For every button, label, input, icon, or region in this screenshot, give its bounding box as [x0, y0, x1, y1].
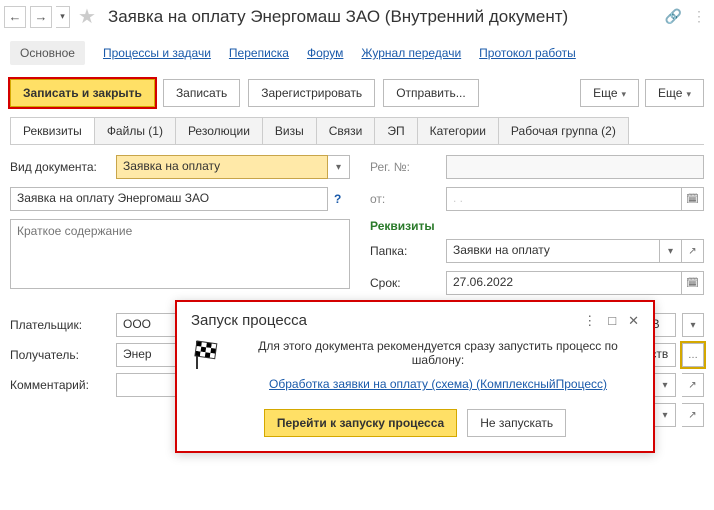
help-icon[interactable]: ? [334, 192, 350, 206]
dialog-close-icon[interactable]: ✕ [628, 313, 639, 329]
nav-forward-button[interactable]: → [30, 6, 52, 28]
tab-categories[interactable]: Категории [417, 117, 499, 144]
folder-dropdown-button[interactable]: ▾ [660, 239, 682, 263]
send-button[interactable]: Отправить... [383, 79, 479, 107]
comment-label: Комментарий: [10, 378, 110, 392]
from-label: от: [370, 192, 440, 206]
dialog-title: Запуск процесса [191, 312, 307, 329]
from-date-picker-button[interactable]: 🗓 [682, 187, 704, 211]
regno-label: Рег. №: [370, 160, 440, 174]
link-icon[interactable]: 🔗 [665, 8, 682, 25]
section-link-correspondence[interactable]: Переписка [229, 46, 289, 60]
tab-files[interactable]: Файлы (1) [94, 117, 176, 144]
form-area: Вид документа: Заявка на оплату ▾ Заявка… [0, 145, 714, 313]
more-button-1[interactable]: Еще▾ [580, 79, 639, 107]
section-nav: Основное Процессы и задачи Переписка Фор… [0, 37, 714, 75]
page-title: Заявка на оплату Энергомаш ЗАО (Внутренн… [108, 7, 568, 27]
nav-back-button[interactable]: ← [4, 6, 26, 28]
extra-dropdown-1[interactable]: ▾ [654, 373, 676, 397]
doc-name-input[interactable]: Заявка на оплату Энергомаш ЗАО [10, 187, 328, 211]
receiver-ellipsis-button[interactable]: … [682, 343, 704, 367]
checkered-flag-icon [191, 339, 223, 371]
from-date-input[interactable]: . . [446, 187, 682, 211]
section-link-forum[interactable]: Форум [307, 46, 343, 60]
save-button[interactable]: Записать [163, 79, 240, 107]
tab-links[interactable]: Связи [316, 117, 376, 144]
favorite-star-icon[interactable]: ★ [78, 4, 96, 29]
extra-dropdown-2[interactable]: ▾ [654, 403, 676, 427]
folder-open-button[interactable]: ↗ [682, 239, 704, 263]
payer-label: Плательщик: [10, 318, 110, 332]
kebab-menu-icon[interactable]: ⋮ [692, 8, 706, 25]
more-button-2[interactable]: Еще▾ [645, 79, 704, 107]
dialog-go-button[interactable]: Перейти к запуску процесса [264, 409, 457, 437]
description-textarea[interactable] [10, 219, 350, 289]
doc-type-label: Вид документа: [10, 160, 110, 174]
regno-input[interactable] [446, 155, 704, 179]
currency-dropdown-button[interactable]: ▾ [682, 313, 704, 337]
toolbar: Записать и закрыть Записать Зарегистриро… [0, 75, 714, 117]
deadline-picker-button[interactable]: 🗓 [682, 271, 704, 295]
tab-visas[interactable]: Визы [262, 117, 317, 144]
section-link-protocol[interactable]: Протокол работы [479, 46, 576, 60]
dialog-template-link[interactable]: Обработка заявки на оплату (схема) (Комп… [269, 377, 607, 391]
section-link-processes[interactable]: Процессы и задачи [103, 46, 211, 60]
doc-type-input[interactable]: Заявка на оплату [116, 155, 328, 179]
doc-type-dropdown-button[interactable]: ▾ [328, 155, 350, 179]
process-launch-dialog: Запуск процесса ⋮ □ ✕ Для этого документ… [175, 300, 655, 453]
register-button[interactable]: Зарегистрировать [248, 79, 375, 107]
tab-ep[interactable]: ЭП [374, 117, 417, 144]
detail-tabs: Реквизиты Файлы (1) Резолюции Визы Связи… [10, 117, 704, 145]
save-close-button[interactable]: Записать и закрыть [10, 79, 155, 107]
section-main[interactable]: Основное [10, 41, 85, 65]
extra-open-1[interactable]: ↗ [682, 373, 704, 397]
tab-requisites[interactable]: Реквизиты [10, 117, 95, 144]
deadline-label: Срок: [370, 276, 440, 290]
dialog-maximize-icon[interactable]: □ [608, 313, 616, 329]
dialog-menu-icon[interactable]: ⋮ [583, 313, 596, 329]
dialog-message: Для этого документа рекомендуется сразу … [237, 339, 639, 367]
dialog-skip-button[interactable]: Не запускать [467, 409, 566, 437]
section-link-transfer[interactable]: Журнал передачи [361, 46, 461, 60]
extra-open-2[interactable]: ↗ [682, 403, 704, 427]
titlebar: ← → ▾ ★ Заявка на оплату Энергомаш ЗАО (… [0, 0, 714, 37]
folder-label: Папка: [370, 244, 440, 258]
tab-workgroup[interactable]: Рабочая группа (2) [498, 117, 629, 144]
deadline-input[interactable]: 27.06.2022 [446, 271, 682, 295]
folder-input[interactable]: Заявки на оплату [446, 239, 660, 263]
tab-resolutions[interactable]: Резолюции [175, 117, 263, 144]
requisites-header: Реквизиты [370, 219, 704, 233]
receiver-label: Получатель: [10, 348, 110, 362]
nav-dropdown-button[interactable]: ▾ [56, 6, 70, 28]
